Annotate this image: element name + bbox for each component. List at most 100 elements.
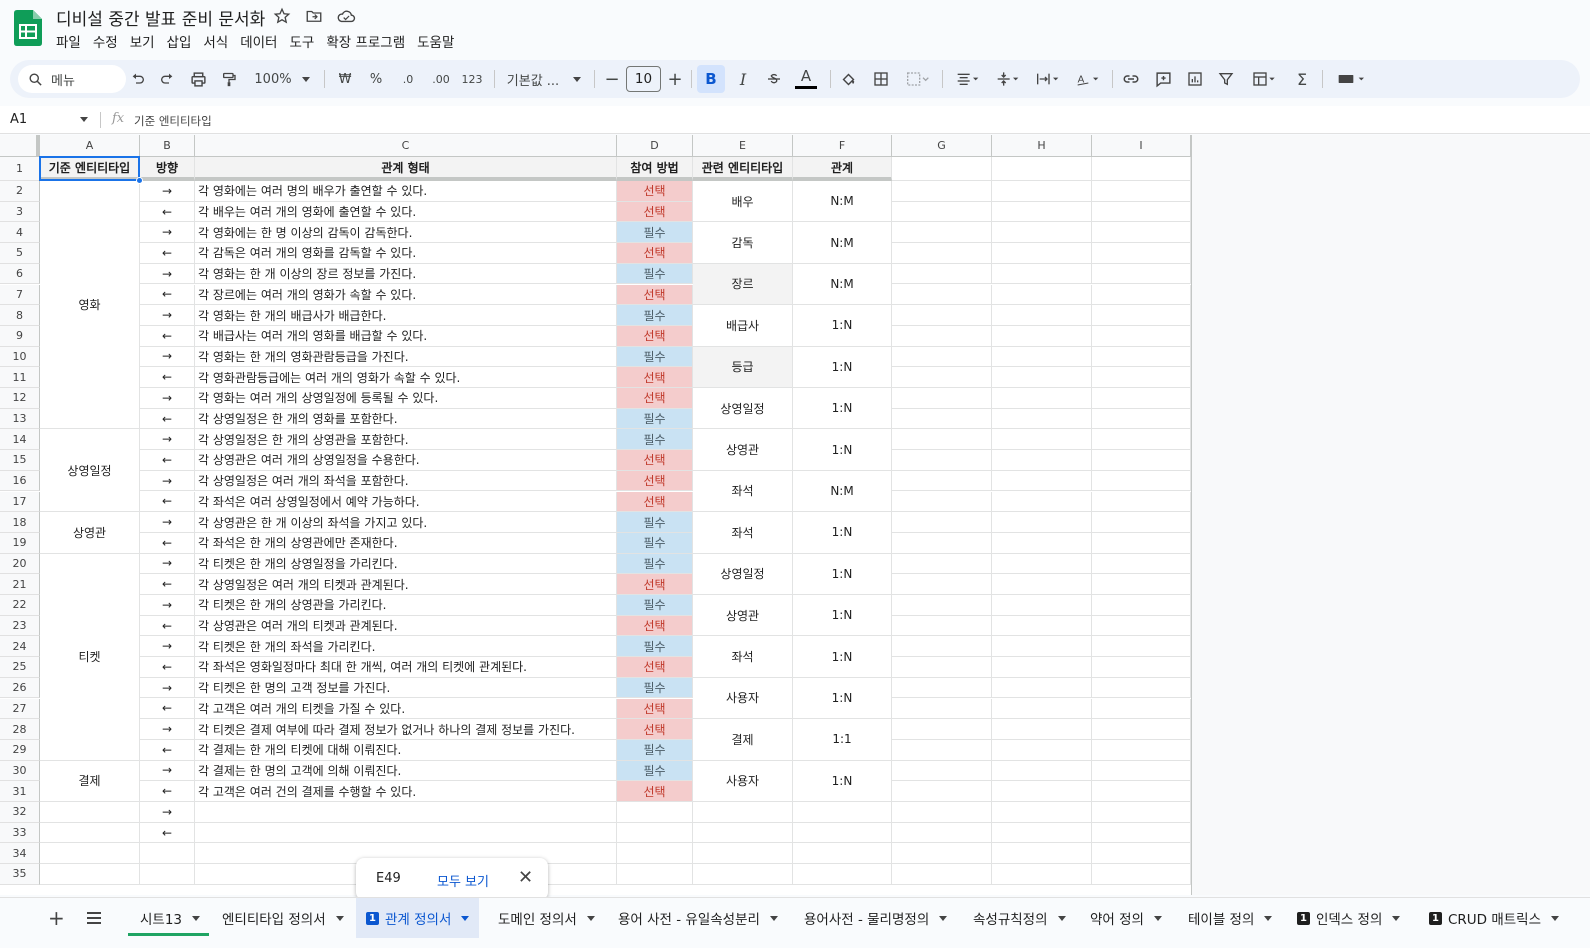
empty-cell[interactable]: [1092, 595, 1191, 616]
link-icon[interactable]: [1119, 60, 1143, 98]
empty-cell[interactable]: [693, 864, 793, 885]
sheet-tab[interactable]: 도메인 정의서: [498, 898, 595, 938]
related-entity-cell[interactable]: 좌석: [693, 470, 793, 513]
empty-cell[interactable]: [992, 615, 1092, 637]
empty-cell[interactable]: [1092, 470, 1191, 492]
relation-text-cell[interactable]: 각 결제는 한 개의 티켓에 대해 이뤄진다.: [195, 739, 617, 761]
empty-cell[interactable]: [892, 781, 992, 802]
empty-cell[interactable]: [1092, 843, 1191, 865]
relationship-cell[interactable]: N:M: [793, 470, 892, 513]
empty-cell[interactable]: [992, 532, 1092, 554]
empty-cell[interactable]: [693, 822, 793, 844]
direction-cell[interactable]: →: [140, 305, 195, 326]
participation-cell[interactable]: [617, 822, 693, 844]
participation-cell[interactable]: 선택: [617, 574, 693, 595]
relation-text-cell[interactable]: 각 상영일정은 한 개의 영화를 포함한다.: [195, 408, 617, 430]
sheet-tab[interactable]: 1 CRUD 매트릭스: [1429, 898, 1560, 938]
relation-text-cell[interactable]: 각 영화관람등급에는 여러 개의 영화가 속할 수 있다.: [195, 367, 617, 388]
direction-cell[interactable]: ←: [140, 781, 195, 802]
row-header[interactable]: 18: [0, 512, 40, 533]
empty-cell[interactable]: [892, 429, 992, 451]
participation-cell[interactable]: 필수: [617, 760, 693, 782]
relation-text-cell[interactable]: 각 티켓은 한 개의 상영관을 가리킨다.: [195, 595, 617, 616]
redo-icon[interactable]: [155, 60, 179, 98]
empty-cell[interactable]: [1092, 263, 1191, 285]
sheets-logo-icon[interactable]: [14, 10, 42, 46]
participation-cell[interactable]: 필수: [617, 739, 693, 761]
menu-search[interactable]: 메뉴: [18, 65, 126, 93]
empty-cell[interactable]: [1092, 636, 1191, 658]
row-header[interactable]: 4: [0, 222, 40, 244]
row-header[interactable]: 20: [0, 553, 40, 575]
row-header[interactable]: 30: [0, 760, 40, 782]
participation-cell[interactable]: 선택: [617, 243, 693, 264]
empty-cell[interactable]: [992, 222, 1092, 244]
vertical-align-icon[interactable]: [990, 60, 1024, 98]
row-header[interactable]: 29: [0, 739, 40, 761]
sheet-tab[interactable]: 용어 사전 - 유일속성분리: [618, 898, 778, 938]
horizontal-align-icon[interactable]: [950, 60, 984, 98]
direction-cell[interactable]: ←: [140, 657, 195, 678]
empty-cell[interactable]: [1092, 781, 1191, 802]
empty-cell[interactable]: [1092, 822, 1191, 844]
row-header[interactable]: 17: [0, 491, 40, 513]
empty-cell[interactable]: [892, 222, 992, 244]
sheet-tab[interactable]: 1 관계 정의서: [356, 898, 480, 938]
relationship-cell[interactable]: 1:N: [793, 677, 892, 720]
related-entity-cell[interactable]: 좌석: [693, 512, 793, 554]
chevron-down-icon[interactable]: [939, 915, 948, 921]
relation-text-cell[interactable]: [195, 802, 617, 823]
relationship-cell[interactable]: 1:N: [793, 512, 892, 554]
empty-cell[interactable]: [892, 719, 992, 740]
close-icon[interactable]: ✕: [518, 867, 533, 888]
sheet-tab[interactable]: 1 인덱스 정의: [1297, 898, 1401, 938]
empty-cell[interactable]: [892, 325, 992, 347]
empty-cell[interactable]: [892, 657, 992, 678]
empty-cell[interactable]: [992, 719, 1092, 740]
empty-cell[interactable]: [1092, 388, 1191, 409]
direction-cell[interactable]: →: [140, 346, 195, 368]
empty-cell[interactable]: [892, 864, 992, 885]
participation-cell[interactable]: [617, 802, 693, 823]
relation-text-cell[interactable]: [195, 822, 617, 844]
empty-cell[interactable]: [793, 843, 892, 865]
relation-text-cell[interactable]: 각 감독은 여러 개의 영화를 감독할 수 있다.: [195, 243, 617, 264]
empty-cell[interactable]: [40, 843, 140, 865]
decrease-decimal-button[interactable]: .0: [397, 60, 419, 98]
relation-text-cell[interactable]: 각 영화는 여러 개의 상영일정에 등록될 수 있다.: [195, 388, 617, 409]
empty-cell[interactable]: [1092, 532, 1191, 554]
direction-cell[interactable]: →: [140, 677, 195, 699]
row-header[interactable]: 21: [0, 574, 40, 595]
related-entity-cell[interactable]: 사용자: [693, 760, 793, 802]
participation-cell[interactable]: 필수: [617, 346, 693, 368]
text-wrap-icon[interactable]: [1030, 60, 1064, 98]
participation-cell[interactable]: 필수: [617, 636, 693, 658]
empty-cell[interactable]: [992, 864, 1092, 885]
direction-cell[interactable]: →: [140, 512, 195, 533]
header-cell[interactable]: 관계: [793, 157, 892, 181]
column-header[interactable]: C: [195, 135, 617, 157]
percent-format-button[interactable]: %: [366, 60, 386, 98]
direction-cell[interactable]: →: [140, 181, 195, 202]
relationship-cell[interactable]: N:M: [793, 181, 892, 223]
column-header[interactable]: F: [793, 135, 892, 157]
row-header[interactable]: 33: [0, 822, 40, 844]
row-header[interactable]: 8: [0, 305, 40, 326]
currency-format-button[interactable]: ₩: [336, 60, 354, 98]
participation-cell[interactable]: 선택: [617, 450, 693, 471]
spreadsheet-grid[interactable]: A B C D E F G H I 1 2 3 4 5 6 7 8 9 10 11 12 13 14 15 16 17 18 19 20…: [0, 135, 1590, 895]
related-entity-cell[interactable]: 결제: [693, 719, 793, 761]
view-all-button[interactable]: 모두 보기: [437, 871, 489, 890]
participation-cell[interactable]: 선택: [617, 367, 693, 388]
empty-cell[interactable]: [892, 615, 992, 637]
relation-text-cell[interactable]: 각 티켓은 결제 여부에 따라 결제 정보가 없거나 하나의 결제 정보를 가진…: [195, 719, 617, 740]
direction-cell[interactable]: →: [140, 429, 195, 451]
relation-text-cell[interactable]: 각 상영관은 여러 개의 티켓과 관계된다.: [195, 615, 617, 637]
empty-cell[interactable]: [992, 802, 1092, 823]
column-header[interactable]: D: [617, 135, 693, 157]
empty-cell[interactable]: [1092, 512, 1191, 533]
entity-group-cell[interactable]: 상영관: [40, 512, 140, 554]
empty-cell[interactable]: [793, 802, 892, 823]
fill-handle[interactable]: [136, 177, 143, 184]
chevron-down-icon[interactable]: [1153, 915, 1162, 921]
